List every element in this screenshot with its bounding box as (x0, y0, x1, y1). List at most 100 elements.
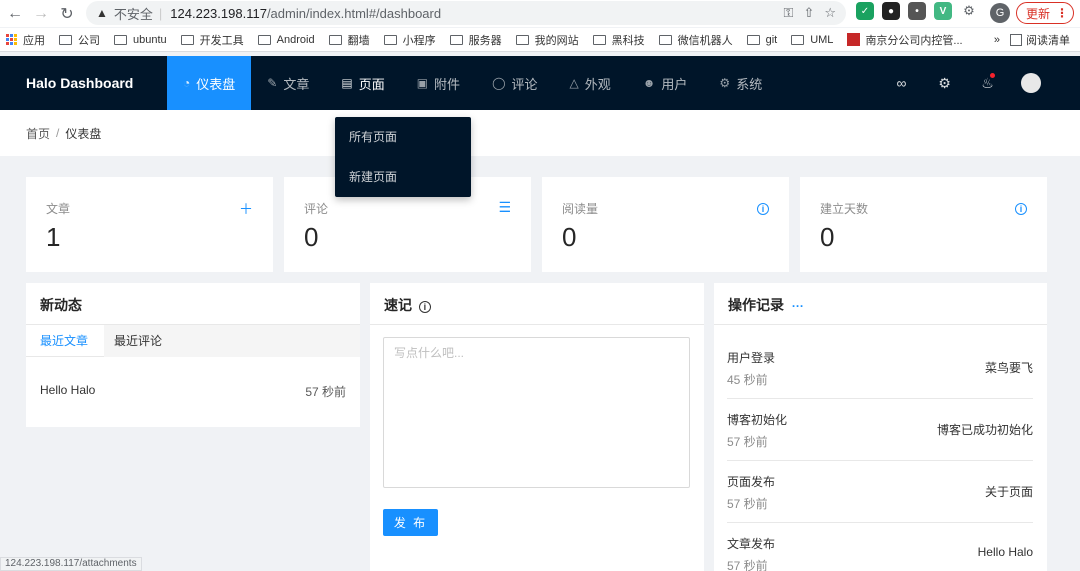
more-icon[interactable]: ··· (792, 299, 804, 313)
back-icon[interactable]: ← (4, 3, 26, 25)
tab-recent-posts[interactable]: 最近文章 (40, 325, 88, 357)
menu-attachments[interactable]: ▣ 附件 (401, 56, 476, 110)
log-row: 文章发布 57 秒前 Hello Halo (727, 523, 1033, 571)
bookmark-folder[interactable]: Android (257, 33, 315, 46)
bookmark-label: Android (276, 33, 315, 46)
dropdown-all-pages[interactable]: 所有页面 (335, 117, 471, 157)
address-separator: | (158, 5, 163, 21)
bookmark-folder[interactable]: 开发工具 (180, 32, 244, 48)
stat-value: 0 (562, 222, 577, 252)
reload-icon[interactable]: ↻ (56, 3, 78, 25)
star-icon[interactable]: ☆ (824, 5, 836, 21)
folder-icon (59, 34, 72, 45)
brand-title[interactable]: Halo Dashboard (26, 56, 133, 110)
bookmark-site[interactable]: 南京分公司内控管... (847, 32, 963, 48)
log-action: 博客初始化 (727, 413, 788, 427)
forward-icon[interactable]: → (30, 3, 52, 25)
info-icon[interactable]: i (1015, 199, 1027, 215)
bookmark-folder[interactable]: 小程序 (383, 32, 436, 48)
stat-value: 0 (820, 222, 835, 252)
log-row: 用户登录 45 秒前 菜鸟要飞 (727, 337, 1033, 399)
reading-list-icon (1010, 34, 1022, 46)
profile-avatar[interactable]: G (990, 3, 1010, 23)
user-avatar[interactable] (1021, 73, 1041, 93)
log-time: 57 秒前 (727, 559, 768, 571)
log-row: 页面发布 57 秒前 关于页面 (727, 461, 1033, 523)
tab-recent-comments[interactable]: 最近评论 (104, 325, 360, 357)
log-target: 菜鸟要飞 (984, 361, 1033, 375)
bookmark-folder[interactable]: 翻墙 (328, 32, 370, 48)
breadcrumb: 首页 / 仪表盘 (0, 110, 1080, 156)
notification-dot (990, 72, 995, 78)
bookmark-apps[interactable]: 应用 (6, 32, 45, 48)
dropdown-new-page[interactable]: 新建页面 (335, 157, 471, 197)
menu-label: 系统 (736, 76, 763, 92)
bookmark-folder[interactable]: 黑科技 (592, 32, 645, 48)
menu-pages[interactable]: ▤ 页面 (325, 56, 400, 110)
breadcrumb-current: 仪表盘 (65, 126, 102, 141)
address-bar[interactable]: ▲ 不安全 | 124.223.198.117 /admin/index.htm… (86, 1, 846, 25)
bookmark-folder[interactable]: git (746, 34, 777, 46)
folder-icon (746, 34, 760, 45)
log-time: 57 秒前 (727, 497, 768, 511)
key-icon[interactable]: ⚿ (784, 5, 794, 21)
ghost-extension-icon[interactable]: ● (882, 2, 900, 20)
bookmark-folder[interactable]: 服务器 (449, 32, 502, 48)
bookmark-label: 小程序 (402, 34, 436, 47)
shield-extension-icon[interactable]: ✓ (856, 2, 874, 20)
update-button[interactable]: 更新 ⋮ (1016, 2, 1074, 24)
menu-appearance[interactable]: △ 外观 (554, 56, 627, 110)
stat-card-posts: 文章 1 ＋ (26, 177, 273, 272)
menu-system[interactable]: ⚙ 系统 (703, 56, 778, 110)
bookmark-folder[interactable]: UML (791, 34, 833, 46)
bookmark-label: 应用 (23, 34, 45, 47)
bell-icon[interactable]: ♨ (966, 72, 1009, 92)
bookmark-folder[interactable]: ubuntu (114, 34, 167, 46)
bookmark-folder[interactable]: 微信机器人 (658, 32, 733, 48)
activity-panel: 新动态 最近文章 最近评论 Hello Halo 57 秒前 (26, 283, 360, 427)
bookmark-folder[interactable]: 公司 (59, 32, 100, 48)
info-icon[interactable]: i (757, 199, 769, 215)
apps-grid-icon (6, 33, 18, 46)
activity-tabs: 最近文章 最近评论 (26, 325, 360, 357)
log-title-text: 操作记录 (728, 297, 784, 313)
bookmark-label: UML (810, 33, 834, 46)
log-action: 用户登录 (727, 351, 776, 365)
folder-icon (515, 34, 529, 45)
menu-comments[interactable]: ◯ 评论 (476, 56, 553, 110)
folder-icon (449, 34, 463, 45)
menu-label: 仪表盘 (196, 76, 236, 92)
plus-icon[interactable]: ＋ (239, 199, 253, 219)
reading-list-button[interactable]: 阅读清单 (1010, 32, 1070, 48)
folder-icon (592, 34, 606, 45)
share-icon[interactable]: ⇧ (803, 5, 814, 21)
link-icon[interactable]: ∞ (880, 75, 923, 91)
more-bookmarks-icon[interactable]: » (994, 34, 1000, 46)
stat-value: 0 (304, 222, 319, 252)
menu-dashboard[interactable]: ◔ 仪表盘 (167, 56, 252, 110)
breadcrumb-home[interactable]: 首页 (26, 125, 50, 142)
publish-button[interactable]: 发 布 (383, 509, 438, 536)
quick-note-input[interactable] (383, 337, 690, 488)
info-icon[interactable]: i (418, 301, 431, 313)
folder-icon (791, 34, 805, 45)
menu-users[interactable]: ☻ 用户 (627, 56, 704, 110)
log-time: 45 秒前 (727, 373, 768, 387)
post-title[interactable]: Hello Halo (40, 383, 95, 397)
menu-label: 页面 (358, 76, 385, 92)
read-icon: ▤ (341, 76, 353, 90)
setting-icon[interactable]: ⚙ (923, 75, 966, 92)
menu-label: 外观 (584, 76, 611, 92)
extensions-puzzle-icon[interactable]: ⚙ (960, 2, 978, 20)
bookmark-folder[interactable]: 我的网站 (515, 32, 579, 48)
list-item[interactable]: Hello Halo 57 秒前 (40, 383, 346, 399)
puzzle-dots-extension-icon[interactable]: • (908, 2, 926, 20)
list-icon[interactable]: ☰ (498, 199, 511, 216)
stat-value: 1 (46, 222, 61, 252)
menu-posts[interactable]: ✎ 文章 (251, 56, 325, 110)
browser-toolbar: ← → ↻ ▲ 不安全 | 124.223.198.117 /admin/ind… (0, 0, 1080, 27)
vue-extension-icon[interactable]: V (934, 2, 952, 20)
bookmark-label: 黑科技 (611, 34, 645, 47)
operation-log-panel: 操作记录 ··· 用户登录 45 秒前 菜鸟要飞 博客初始化 57 秒前 博客已… (714, 283, 1047, 571)
dashboard-icon: ◔ (183, 76, 191, 90)
